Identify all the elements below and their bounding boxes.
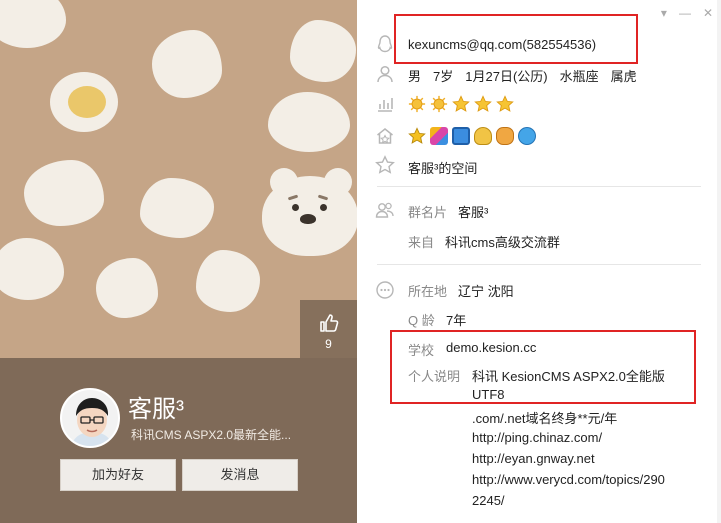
bio-line: http://eyan.gnway.net: [472, 451, 595, 466]
dumpling-decoration: [196, 250, 260, 312]
sun-level-icon: [430, 95, 448, 113]
camera-service-icon: [452, 127, 470, 145]
dumpling-decoration: [152, 30, 222, 98]
star-level-icon: [452, 95, 470, 112]
like-count: 9: [325, 337, 332, 351]
group-card-value: 客服³: [458, 205, 489, 220]
profile-cover-panel: 9 客服³ 科讯CMS ASPX2.0最新全能... 加为好友 发消息: [0, 0, 357, 523]
add-friend-button[interactable]: 加为好友: [60, 459, 176, 491]
close-icon[interactable]: ✕: [703, 6, 713, 20]
star-outline-icon: [375, 155, 395, 174]
avatar[interactable]: [60, 388, 120, 448]
qzone-link[interactable]: 客服³的空间: [408, 158, 477, 177]
qq-penguin-icon: [377, 35, 393, 53]
birthday: 1月27日(公历): [465, 69, 548, 84]
bio-line: 2245/: [472, 493, 505, 508]
dumpling-decoration: [0, 0, 66, 48]
divider: [377, 264, 701, 265]
vip-service-icon: [474, 127, 492, 145]
gender: 男: [408, 69, 422, 84]
highlight-box: [390, 330, 696, 404]
qage-value: 7年: [446, 313, 467, 328]
minimize-icon[interactable]: —: [679, 6, 691, 20]
house-icon: [377, 128, 393, 144]
profile-details-panel: ▾ — ✕ kexuncms@qq.com(582554536) 男 7岁 1月…: [357, 0, 721, 523]
window-controls: ▾ — ✕: [661, 6, 713, 20]
like-button[interactable]: 9: [300, 300, 357, 358]
dumpling-decoration: [24, 160, 104, 226]
nickname: 客服³: [128, 396, 184, 423]
bear-nose-decoration: [300, 214, 316, 224]
cloud-service-icon: [518, 127, 536, 145]
bio-line: http://www.verycd.com/topics/290: [472, 472, 665, 487]
bar-chart-icon: [378, 98, 393, 112]
bear-eye-decoration: [320, 204, 327, 211]
thumbs-up-icon: [319, 314, 338, 332]
dumpling-decoration: [268, 92, 350, 152]
service-icons[interactable]: [408, 127, 536, 145]
group-people-icon: [375, 202, 394, 218]
person-icon: [377, 65, 393, 83]
bio-line: .com/.net域名终身**元/年: [472, 411, 618, 426]
level-icons[interactable]: [408, 95, 514, 113]
highlight-box: [394, 14, 638, 64]
qage-label: Q 龄: [408, 313, 435, 328]
chinese-zodiac: 属虎: [610, 69, 637, 84]
dumpling-decoration: [96, 258, 158, 318]
signature-text: 科讯CMS ASPX2.0最新全能...: [131, 428, 292, 442]
location-label: 所在地: [408, 284, 448, 299]
star-level-icon: [496, 95, 514, 112]
dumpling-decoration: [0, 238, 64, 300]
zodiac: 水瓶座: [559, 69, 599, 84]
personal-info: 男 7岁 1月27日(公历) 水瓶座 属虎: [408, 66, 637, 85]
star-level-icon: [474, 95, 492, 112]
from-label: 来自: [408, 235, 435, 250]
sun-level-icon: [408, 95, 426, 113]
bear-eye-decoration: [292, 204, 299, 211]
app-service-icon: [430, 127, 448, 145]
dumpling-decoration: [290, 20, 356, 82]
bio-line: http://ping.chinaz.com/: [472, 430, 603, 445]
send-message-button[interactable]: 发消息: [182, 459, 298, 491]
egg-yolk-decoration: [68, 86, 106, 118]
menu-arrow-icon[interactable]: ▾: [661, 6, 667, 20]
location-value: 辽宁 沈阳: [458, 284, 514, 299]
age: 7岁: [433, 69, 454, 84]
dumpling-decoration: [140, 178, 214, 238]
star-service-icon: [408, 127, 426, 144]
dots-circle-icon: [376, 281, 394, 299]
scrollbar[interactable]: [717, 0, 721, 523]
divider: [377, 186, 701, 187]
pet-service-icon: [496, 127, 514, 145]
from-value: 科讯cms高级交流群: [445, 235, 560, 250]
group-card-label: 群名片: [408, 205, 448, 220]
